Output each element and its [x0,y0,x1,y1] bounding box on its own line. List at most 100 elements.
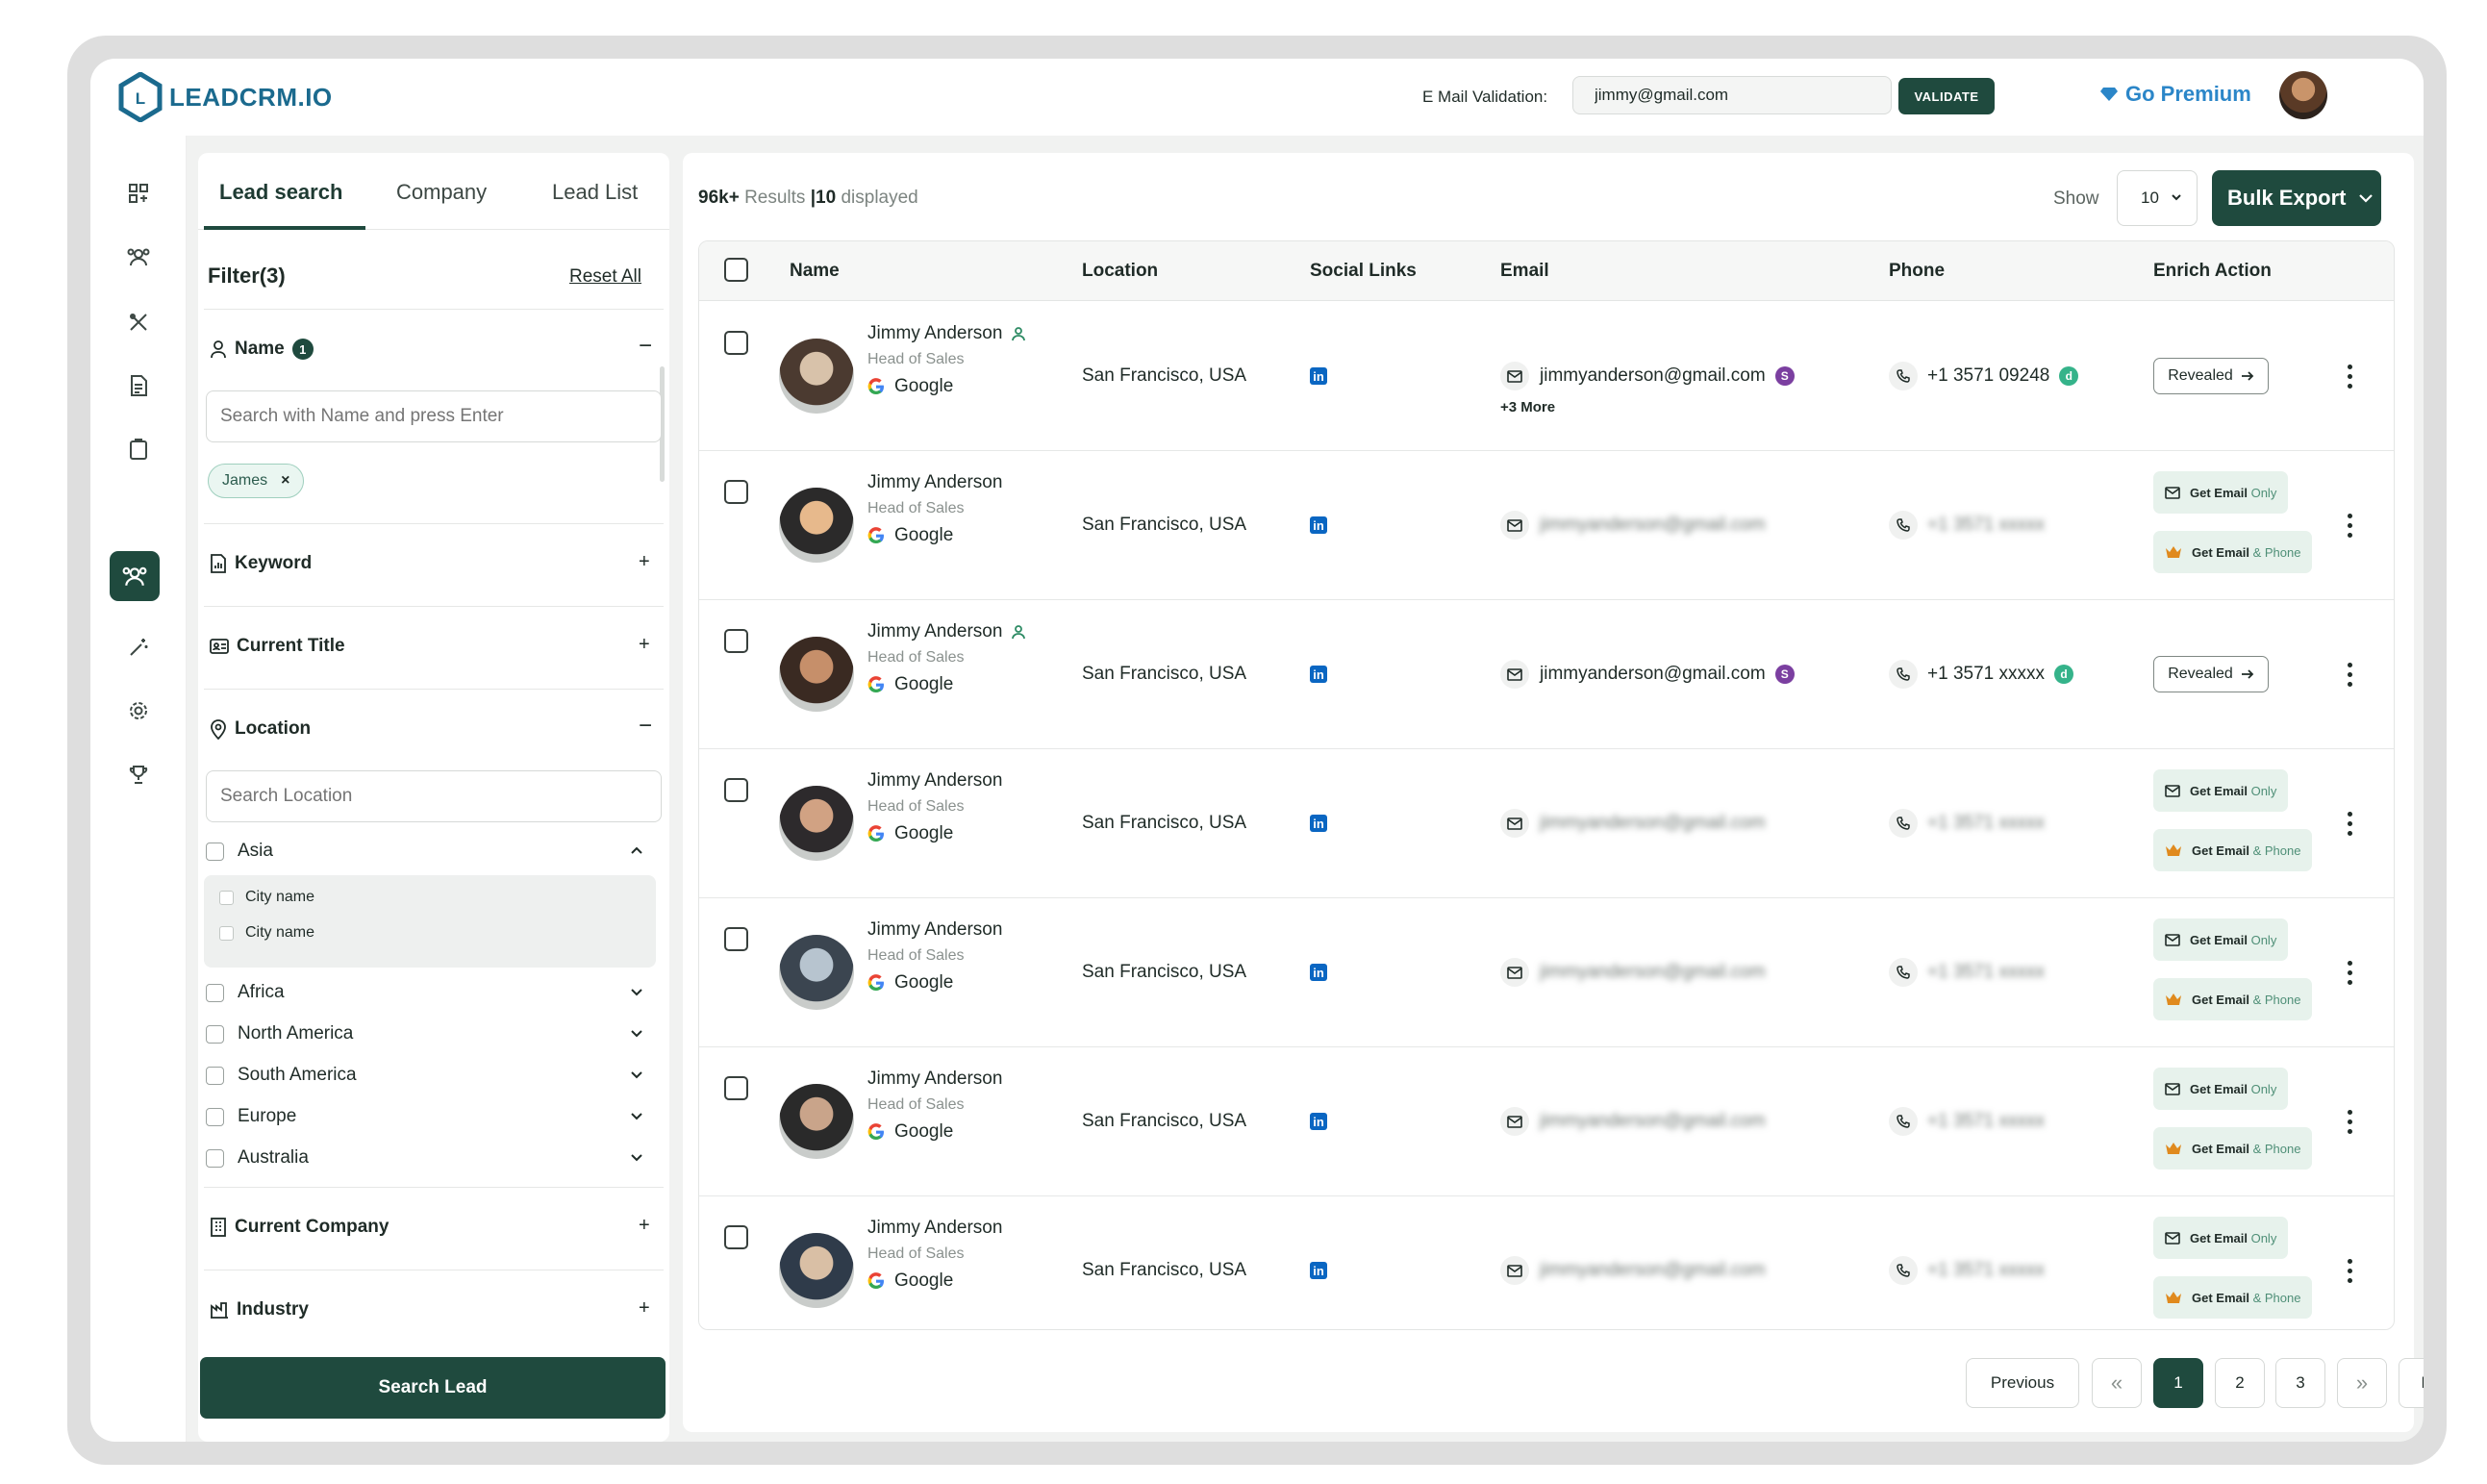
column-header[interactable]: Enrich Action [2153,261,2272,282]
region-row-australia[interactable]: Australia [206,1144,654,1172]
get-email-phone-button[interactable]: Get Email & Phone [2153,829,2313,871]
expand-toggle[interactable]: + [639,551,650,573]
tab-company[interactable]: Company [396,180,487,205]
collapse-toggle[interactable]: − [639,333,652,360]
validate-button[interactable]: VALIDATE [1898,78,1995,114]
city-checkbox[interactable] [219,890,234,905]
region-row-asia[interactable]: Asia [206,837,654,866]
more-actions-icon[interactable] [2346,365,2353,389]
tab-lead-search[interactable]: Lead search [219,180,342,205]
chevron-down-icon[interactable] [629,984,644,999]
get-email-only-button[interactable]: Get Email Only [2153,1068,2289,1110]
chevron-down-icon[interactable] [629,1108,644,1123]
row-checkbox[interactable] [724,480,748,504]
current-title-filter-section[interactable]: Current Title + [204,606,664,689]
keyword-filter-header[interactable]: Keyword [210,553,312,574]
tab-lead-list[interactable]: Lead List [552,180,638,205]
leads-nav-active[interactable] [110,551,160,601]
more-actions-icon[interactable] [2346,1110,2353,1134]
lead-email[interactable]: jimmyanderson@gmail.com S [1540,664,1795,685]
get-email-only-button[interactable]: Get Email Only [2153,1217,2289,1259]
linkedin-icon[interactable]: in [1310,964,1327,981]
linkedin-icon[interactable]: in [1310,1113,1327,1130]
column-header[interactable]: Email [1500,261,1549,282]
page-button[interactable]: 2 [2215,1358,2265,1408]
chevron-down-icon[interactable] [629,1067,644,1082]
lead-name[interactable]: Jimmy Anderson [867,770,1002,792]
chevron-up-icon[interactable] [629,843,644,858]
next-page-button[interactable]: Next [2399,1358,2424,1408]
current-title-filter-header[interactable]: Current Title [210,636,345,657]
linkedin-icon[interactable]: in [1310,815,1327,832]
industry-filter-section[interactable]: Industry + [204,1270,664,1352]
table-row[interactable]: Jimmy Anderson Head of Sales Google San Fra… [699,451,2394,600]
region-row-africa[interactable]: Africa [206,978,654,1007]
table-row[interactable]: Jimmy Anderson Head of Sales Google San Fra… [699,600,2394,749]
current-company-filter-header[interactable]: Current Company [210,1217,389,1238]
expand-toggle[interactable]: + [639,634,650,656]
brand-logo[interactable]: L LEADCRM.IO [117,72,333,122]
name-filter-header[interactable]: Name 1 [210,339,314,360]
linkedin-icon[interactable]: in [1310,1262,1327,1279]
tools-icon[interactable] [125,309,152,336]
region-checkbox[interactable] [206,983,224,1002]
city-option[interactable]: City name [219,924,314,942]
column-header[interactable]: Location [1082,261,1158,282]
lead-phone[interactable]: +1 3571 09248 d [1927,365,2079,387]
keyword-filter-section[interactable]: Keyword + [204,523,664,606]
page-button[interactable]: 1 [2153,1358,2203,1408]
select-all-checkbox[interactable] [724,258,748,282]
chevron-down-icon[interactable] [629,1025,644,1041]
current-company-filter-section[interactable]: Current Company + [204,1187,664,1270]
report-icon[interactable] [125,372,152,399]
get-email-phone-button[interactable]: Get Email & Phone [2153,1276,2313,1319]
row-checkbox[interactable] [724,778,748,802]
lead-name[interactable]: Jimmy Anderson [867,621,1026,642]
email-validation-input[interactable] [1572,76,1892,114]
lead-name[interactable]: Jimmy Anderson [867,919,1002,941]
more-actions-icon[interactable] [2346,663,2353,687]
more-actions-icon[interactable] [2346,514,2353,538]
bulk-export-button[interactable]: Bulk Export [2212,170,2381,226]
settings-icon[interactable] [125,697,152,724]
revealed-button[interactable]: Revealed [2153,656,2269,692]
trophy-icon[interactable] [125,761,152,788]
page-button[interactable]: 3 [2275,1358,2325,1408]
table-row[interactable]: Jimmy Anderson Head of Sales Google San Fra… [699,1196,2394,1329]
row-checkbox[interactable] [724,1225,748,1249]
magic-icon[interactable] [125,634,152,661]
region-checkbox[interactable] [206,1024,224,1044]
linkedin-icon[interactable]: in [1310,367,1327,385]
previous-page-button[interactable]: Previous [1966,1358,2079,1408]
lead-name[interactable]: Jimmy Anderson [867,1218,1002,1239]
location-filter-header[interactable]: Location [210,718,311,740]
region-checkbox[interactable] [206,1066,224,1085]
linkedin-icon[interactable]: in [1310,666,1327,683]
get-email-phone-button[interactable]: Get Email & Phone [2153,531,2313,573]
name-search-input[interactable] [206,390,662,442]
row-checkbox[interactable] [724,927,748,951]
search-lead-button[interactable]: Search Lead [200,1357,666,1419]
chip-remove-icon[interactable]: × [281,472,289,490]
first-page-button[interactable]: « [2092,1358,2142,1408]
region-row-north-america[interactable]: North America [206,1019,654,1048]
more-actions-icon[interactable] [2346,1259,2353,1283]
user-avatar[interactable] [2279,71,2327,119]
chevron-down-icon[interactable] [629,1149,644,1165]
more-emails-link[interactable]: +3 More [1500,399,1555,415]
dashboard-icon[interactable] [125,180,152,207]
revealed-button[interactable]: Revealed [2153,358,2269,394]
region-checkbox[interactable] [206,1107,224,1126]
table-row[interactable]: Jimmy Anderson Head of Sales Google San Fra… [699,898,2394,1047]
location-search-input[interactable] [206,770,662,822]
last-page-button[interactable]: » [2337,1358,2387,1408]
clipboard-icon[interactable] [125,436,152,463]
get-email-only-button[interactable]: Get Email Only [2153,918,2289,961]
lead-name[interactable]: Jimmy Anderson [867,323,1026,344]
reset-all-link[interactable]: Reset All [569,266,641,288]
region-checkbox[interactable] [206,842,224,861]
city-checkbox[interactable] [219,925,234,941]
lead-name[interactable]: Jimmy Anderson [867,1069,1002,1090]
column-header[interactable]: Phone [1889,261,1945,282]
table-row[interactable]: Jimmy Anderson Head of Sales Google San Fra… [699,749,2394,898]
